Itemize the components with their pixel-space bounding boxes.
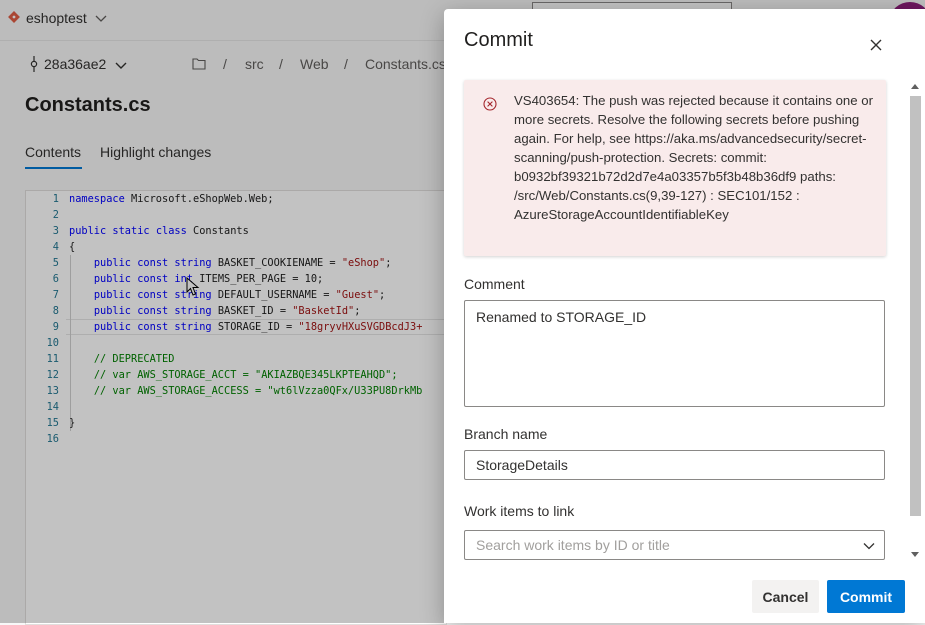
branch-name-field[interactable] [464,450,885,480]
error-text: VS403654: The push was rejected because … [514,93,873,222]
error-message-bar: VS403654: The push was rejected because … [464,80,886,256]
work-items-label: Work items to link [464,503,575,519]
comment-label: Comment [464,276,525,292]
commit-button[interactable]: Commit [827,580,905,613]
scroll-up-icon[interactable] [911,84,919,89]
scrollbar-thumb[interactable] [910,96,921,516]
comment-field[interactable]: Renamed to STORAGE_ID [464,300,885,407]
commit-dialog: Commit VS403654: The push was rejected b… [444,9,925,623]
cancel-button[interactable]: Cancel [752,580,819,613]
branch-name-label: Branch name [464,426,548,442]
close-icon[interactable] [864,33,888,57]
chevron-down-icon[interactable] [862,539,876,553]
error-icon [483,97,497,111]
work-items-search-input[interactable] [464,530,885,560]
dialog-title: Commit [464,29,533,51]
scroll-down-icon[interactable] [911,552,919,557]
